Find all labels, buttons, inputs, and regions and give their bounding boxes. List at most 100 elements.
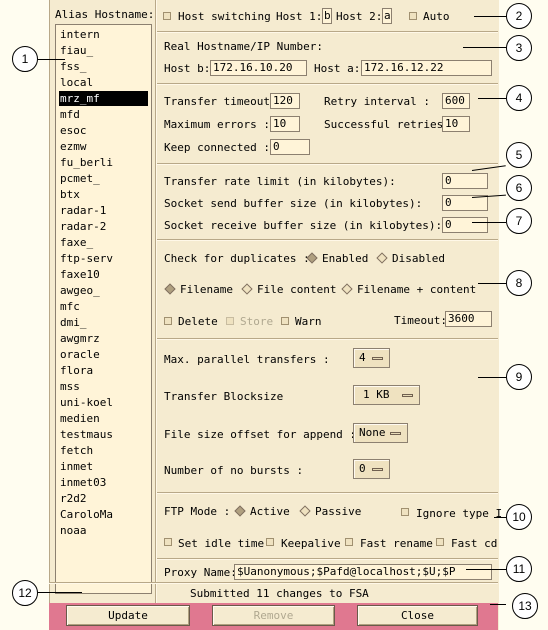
callout-leader (463, 47, 506, 48)
alias-list-item[interactable]: faxe10 (59, 267, 148, 282)
successful-retries-label: Successful retries: (324, 118, 450, 131)
alias-list-item[interactable]: noaa (59, 523, 148, 538)
alias-list-item[interactable]: pcmet_ (59, 171, 148, 186)
host1-input[interactable]: b (322, 8, 332, 24)
separator (157, 558, 498, 560)
auto-checkbox[interactable] (409, 12, 417, 20)
proxy-name-input[interactable]: $Uanonymous;$Pafd@localhost;$U;$P (234, 564, 492, 580)
ignore-type-i-checkbox[interactable] (401, 508, 409, 516)
filename-content-label: Filename + content (357, 283, 477, 296)
update-button[interactable]: Update (66, 605, 190, 626)
fast-rename-checkbox[interactable] (345, 538, 353, 546)
alias-list-item[interactable]: esoc (59, 123, 148, 138)
send-buffer-input[interactable]: 0 (442, 195, 488, 211)
alias-list-item[interactable]: r2d2 (59, 491, 148, 506)
alias-list-item[interactable]: oracle (59, 347, 148, 362)
offset-append-label: File size offset for append : (164, 428, 357, 441)
alias-list-item[interactable]: flora (59, 363, 148, 378)
host2-input[interactable]: a (382, 8, 392, 24)
fast-cd-checkbox[interactable] (436, 538, 444, 546)
warn-checkbox[interactable] (281, 317, 289, 325)
alias-list-item[interactable]: fss_ (59, 59, 148, 74)
no-bursts-dropdown[interactable]: 0 (353, 459, 390, 479)
no-bursts-value: 0 (359, 462, 366, 475)
max-errors-input[interactable]: 10 (270, 116, 300, 132)
alias-list-item[interactable]: mfd (59, 107, 148, 122)
alias-list-item[interactable]: ftp-serv (59, 251, 148, 266)
option-menu-indicator-icon (402, 394, 413, 397)
alias-list-item[interactable]: uni-koel (59, 395, 148, 410)
alias-list-item[interactable]: btx (59, 187, 148, 202)
auto-label: Auto (423, 10, 450, 23)
separator (157, 492, 498, 494)
alias-list-item[interactable]: intern (59, 27, 148, 42)
keep-connected-input[interactable]: 0 (270, 139, 310, 155)
keepalive-checkbox[interactable] (266, 538, 274, 546)
host-a-label: Host a: (314, 62, 361, 75)
recv-buffer-input[interactable]: 0 (442, 217, 488, 233)
host1-label: Host 1: (276, 10, 323, 23)
callout-2: 2 (506, 3, 532, 29)
separator (157, 239, 498, 241)
offset-append-value: None (359, 426, 386, 439)
alias-list-item[interactable]: fiau_ (59, 43, 148, 58)
dup-timeout-input[interactable]: 3600 (445, 311, 492, 327)
check-duplicates-label: Check for duplicates : (164, 252, 310, 265)
alias-list-item[interactable]: inmet03 (59, 475, 148, 490)
alias-list-item[interactable]: mfc (59, 299, 148, 314)
alias-list-item[interactable]: mrz_mf (59, 91, 148, 106)
parallel-transfers-dropdown[interactable]: 4 (353, 348, 390, 368)
host-b-input[interactable]: 172.16.10.20 (210, 60, 307, 76)
alias-list-item[interactable]: awgmrz (59, 331, 148, 346)
retry-interval-input[interactable]: 600 (442, 93, 470, 109)
alias-list-item[interactable]: mss (59, 379, 148, 394)
alias-list-item[interactable]: ezmw (59, 139, 148, 154)
alias-list-item[interactable]: fetch (59, 443, 148, 458)
idle-time-checkbox[interactable] (164, 538, 172, 546)
host-switching-checkbox[interactable] (163, 12, 171, 20)
file-content-label: File content (257, 283, 337, 296)
blocksize-value: 1 KB (363, 388, 390, 401)
alias-list-item[interactable]: medien (59, 411, 148, 426)
alias-list-item[interactable]: radar-1 (59, 203, 148, 218)
callout-11: 11 (506, 556, 532, 582)
store-label: Store (240, 315, 274, 328)
callout-leader (38, 59, 65, 60)
alias-hostname-label: Alias Hostname: (55, 8, 155, 21)
callout-6: 6 (506, 175, 532, 201)
alias-list-item[interactable]: local (59, 75, 148, 90)
alias-list-item[interactable]: fu_berli (59, 155, 148, 170)
separator (157, 338, 498, 340)
warn-label: Warn (295, 315, 322, 328)
callout-leader (478, 283, 506, 284)
status-message: Submitted 11 changes to FSA (190, 587, 369, 600)
alias-hostname-list[interactable]: intern fiau_ fss_ local mrz_mf mfd esoc ezmw fu_… (55, 24, 152, 594)
alias-list-item[interactable]: testmaus (59, 427, 148, 442)
close-button[interactable]: Close (357, 605, 478, 626)
callout-5: 5 (506, 142, 532, 168)
callout-leader (474, 16, 506, 17)
alias-list-item[interactable]: inmet (59, 459, 148, 474)
host-a-input[interactable]: 172.16.12.22 (361, 60, 492, 76)
offset-append-dropdown[interactable]: None (353, 423, 408, 443)
max-errors-label: Maximum errors : (164, 118, 270, 131)
remove-button[interactable]: Remove (212, 605, 335, 626)
successful-retries-input[interactable]: 10 (442, 116, 470, 132)
callout-1: 1 (12, 46, 38, 72)
keepalive-label: Keepalive (281, 537, 341, 550)
callout-9: 9 (506, 364, 532, 390)
transfer-timeout-input[interactable]: 120 (270, 93, 300, 109)
transfer-timeout-label: Transfer timeout: (164, 95, 277, 108)
alias-list-item[interactable]: awgeo_ (59, 283, 148, 298)
alias-list-item[interactable]: radar-2 (59, 219, 148, 234)
alias-list-item[interactable]: faxe_ (59, 235, 148, 250)
no-bursts-label: Number of no bursts : (164, 464, 304, 477)
alias-list-item[interactable]: CaroloMa (59, 507, 148, 522)
callout-13: 13 (512, 593, 538, 619)
rate-limit-input[interactable]: 0 (442, 173, 488, 189)
alias-list-item[interactable]: dmi_ (59, 315, 148, 330)
blocksize-dropdown[interactable]: 1 KB (353, 385, 420, 405)
delete-checkbox[interactable] (164, 317, 172, 325)
option-menu-indicator-icon (390, 432, 401, 435)
store-checkbox[interactable] (226, 317, 234, 325)
